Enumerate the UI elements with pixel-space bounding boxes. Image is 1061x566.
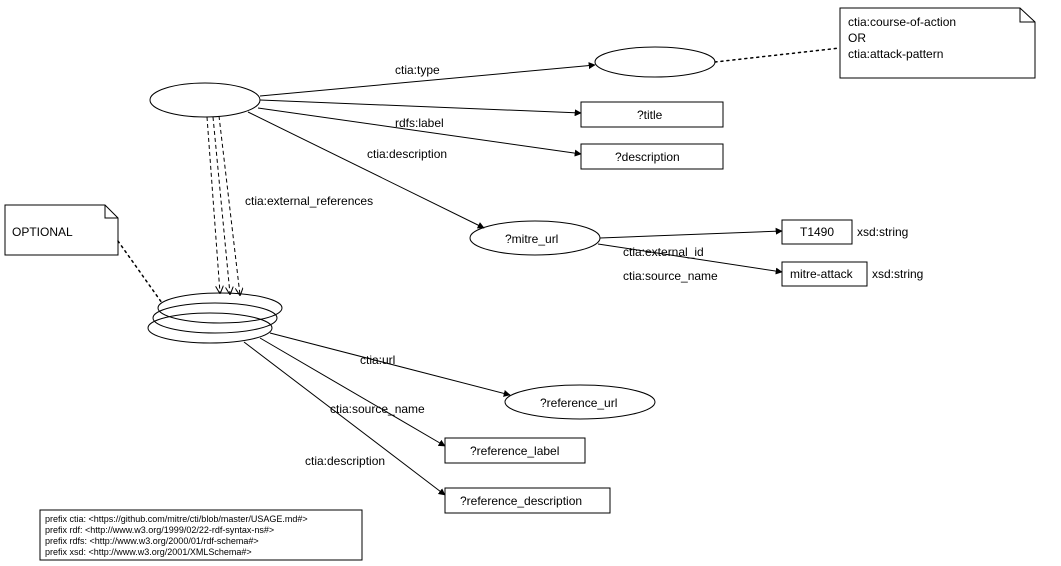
prefix-2: prefix rdf: <http://www.w3.org/1999/02/2…	[45, 525, 274, 535]
edge-extref-label: ctia:external_references	[245, 194, 373, 208]
ref-desc-text: ?reference_description	[460, 494, 582, 508]
prefix-1: prefix ctia: <https://github.com/mitre/c…	[45, 514, 308, 524]
mitre-attack-type: xsd:string	[872, 267, 923, 281]
edge-label-text: rdfs:label	[395, 116, 444, 130]
edge-desc2-label: ctia:description	[305, 454, 385, 468]
optional-text: OPTIONAL	[12, 225, 73, 239]
t1490-type: xsd:string	[857, 225, 908, 239]
ext-ref-node-stack3	[158, 293, 282, 323]
type-note-link	[715, 48, 840, 62]
ext-ref-node-stack2	[153, 303, 277, 333]
mitre-attack-text: mitre-attack	[790, 267, 854, 281]
t1490-text: T1490	[800, 225, 834, 239]
edge-extid-label: ctia:external_id	[623, 245, 704, 259]
type-note-line3: ctia:attack-pattern	[848, 47, 943, 61]
ext-ref-node	[148, 313, 272, 343]
edge-srcname2-label: ctia:source_name	[330, 402, 425, 416]
edge-extref-2	[213, 117, 230, 294]
ref-url-text: ?reference_url	[540, 396, 617, 410]
ref-label-text: ?reference_label	[470, 444, 559, 458]
subject-node	[150, 83, 260, 117]
title-text: ?title	[637, 108, 663, 122]
diagram-canvas: ctia:course-of-action OR ctia:attack-pat…	[0, 0, 1061, 566]
type-node	[595, 47, 715, 77]
edge-external-id	[600, 231, 782, 238]
edge-srcname-label: ctia:source_name	[623, 269, 718, 283]
mitre-url-text: ?mitre_url	[505, 232, 558, 246]
prefix-3: prefix rdfs: <http://www.w3.org/2000/01/…	[45, 536, 259, 546]
prefix-4: prefix xsd: <http://www.w3.org/2001/XMLS…	[45, 547, 252, 557]
edge-type-label: ctia:type	[395, 63, 440, 77]
edge-ref-description	[244, 342, 445, 495]
edge-url-label: ctia:url	[360, 353, 395, 367]
edge-extref-3	[219, 116, 240, 295]
edge-desc-label: ctia:description	[367, 147, 447, 161]
edge-mitre-url	[248, 112, 484, 228]
edge-label	[260, 100, 581, 113]
type-note-line1: ctia:course-of-action	[848, 15, 956, 29]
type-note-line2: OR	[848, 31, 866, 45]
optional-link	[118, 241, 162, 303]
description-text: ?description	[615, 150, 680, 164]
edge-extref-1	[207, 117, 220, 293]
